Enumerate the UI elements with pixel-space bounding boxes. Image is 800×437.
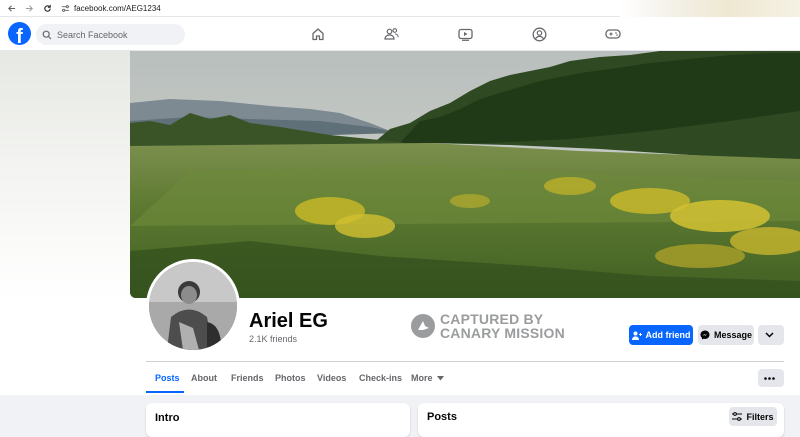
chevron-down-icon <box>764 332 774 338</box>
tab-photos[interactable]: Photos <box>275 373 306 383</box>
search-input[interactable] <box>57 29 177 40</box>
profile-name: Ariel EG <box>249 310 328 332</box>
canary-mission-watermark: CAPTURED BY CANARY MISSION <box>410 312 565 340</box>
canary-mission-logo <box>411 314 435 338</box>
blurred-extensions <box>620 0 800 17</box>
add-friend-button[interactable]: Add friend <box>629 325 693 345</box>
posts-card: Posts Filters <box>418 403 784 437</box>
back-icon[interactable] <box>4 1 18 15</box>
groups-icon[interactable] <box>531 26 547 42</box>
profile-options-button[interactable] <box>758 369 784 387</box>
active-tab-indicator <box>146 391 184 393</box>
search-box[interactable] <box>36 24 185 45</box>
home-icon[interactable] <box>310 26 326 42</box>
profile-divider <box>146 361 784 362</box>
watermark-line-2: CANARY MISSION <box>440 325 565 341</box>
forward-icon[interactable] <box>22 1 36 15</box>
messenger-icon <box>700 330 710 340</box>
browser-toolbar: facebook.com/AEG1234 <box>0 0 800 17</box>
caret-down-icon <box>436 375 444 380</box>
search-icon <box>42 30 52 39</box>
tab-friends[interactable]: Friends <box>231 373 264 383</box>
posts-title: Posts <box>427 411 457 423</box>
gaming-icon[interactable] <box>605 26 621 42</box>
intro-title: Intro <box>155 412 180 424</box>
reload-icon[interactable] <box>40 1 54 15</box>
filters-icon <box>732 412 743 421</box>
tab-check-ins[interactable]: Check-ins <box>359 373 402 383</box>
watch-icon[interactable] <box>457 26 473 42</box>
more-dots-icon <box>763 376 775 380</box>
intro-card: Intro <box>146 403 410 437</box>
page-backdrop <box>0 51 130 301</box>
url-text: facebook.com/AEG1234 <box>74 3 161 13</box>
more-actions-button[interactable] <box>758 325 784 345</box>
tab-posts[interactable]: Posts <box>155 373 180 383</box>
site-info-icon[interactable] <box>60 3 70 13</box>
friends-icon[interactable] <box>383 26 399 42</box>
tab-videos[interactable]: Videos <box>317 373 346 383</box>
facebook-logo[interactable]: f <box>8 22 31 45</box>
filters-button[interactable]: Filters <box>729 407 777 426</box>
watermark-line-1: CAPTURED BY <box>440 311 544 327</box>
tab-about[interactable]: About <box>191 373 217 383</box>
tab-more[interactable]: More <box>411 373 444 383</box>
cover-photo[interactable] <box>130 51 800 298</box>
add-friend-icon <box>631 331 642 340</box>
profile-picture[interactable] <box>146 259 240 353</box>
top-navigation-bar: f <box>0 17 800 51</box>
message-button[interactable]: Message <box>698 325 754 345</box>
friends-count[interactable]: 2.1K friends <box>249 334 297 344</box>
address-bar[interactable]: facebook.com/AEG1234 <box>60 2 620 15</box>
